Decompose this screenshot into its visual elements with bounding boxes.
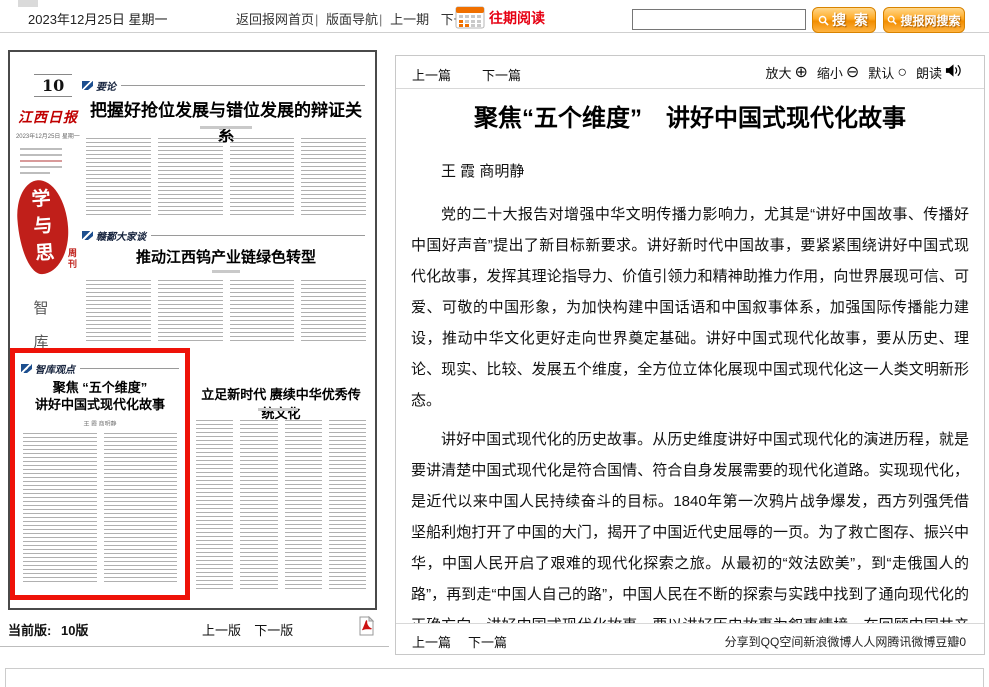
article-author: 王 霞 商明静 bbox=[411, 160, 969, 181]
section-mark-icon bbox=[82, 81, 93, 90]
issue-date: 2023年12月25日 星期一 bbox=[28, 9, 167, 28]
share-links[interactable]: 分享到QQ空间新浪微博人人网腾讯微博豆瓣0 bbox=[725, 633, 966, 650]
simulated-text-column bbox=[240, 420, 277, 592]
section-mark-icon bbox=[21, 364, 32, 373]
archive-reading-link[interactable]: 往期阅读 bbox=[489, 8, 545, 28]
section-rule bbox=[121, 85, 365, 86]
thumb-headline-3-line1: 聚焦 “五个维度” bbox=[21, 379, 179, 396]
simulated-text-column bbox=[329, 420, 366, 592]
prev-article-link[interactable]: 上一篇 bbox=[412, 65, 451, 84]
current-article-highlight-box[interactable]: 智库观点 聚焦 “五个维度” 讲好中国式现代化故事 王 霞 商明静 bbox=[10, 348, 190, 600]
section-mark-label: 要论 bbox=[96, 78, 116, 93]
nav-separator: | bbox=[379, 12, 382, 27]
simulated-text-column bbox=[285, 420, 322, 592]
section-mark-row: 赣鄱大家谈 bbox=[82, 228, 365, 243]
section-rule bbox=[151, 235, 365, 236]
thumb-byline-3: 王 霞 商明静 bbox=[28, 420, 173, 429]
thumb-masthead-info-lines bbox=[20, 148, 62, 178]
simulated-text-column bbox=[158, 138, 223, 218]
nav-link-prev-issue[interactable]: 上一期 bbox=[390, 12, 429, 27]
article-panel: 上一篇 下一篇 放大 ⊕ 缩小 ⊖ 默认 ○ 朗读 聚焦 bbox=[395, 55, 985, 655]
simulated-text-column bbox=[301, 138, 366, 218]
simulated-text-column bbox=[86, 138, 151, 218]
default-size-label[interactable]: 默认 bbox=[868, 63, 894, 82]
page-prev-next: 上一版 下一版 bbox=[202, 620, 293, 639]
top-toolbar: 2023年12月25日 星期一 返回报网首页| 版面导航| 上一期 下一期| 往 bbox=[0, 0, 989, 33]
browser-notch bbox=[18, 0, 38, 7]
simulated-text-column bbox=[86, 280, 151, 342]
section-rule bbox=[80, 368, 179, 369]
prev-article-link-bottom[interactable]: 上一篇 bbox=[412, 632, 451, 651]
nav-separator: | bbox=[315, 12, 318, 27]
site-search-button[interactable]: 搜报网搜索 bbox=[883, 7, 965, 33]
thumb-headline-2[interactable]: 推动江西钨产业链绿色转型 bbox=[86, 246, 366, 267]
read-aloud-label[interactable]: 朗读 bbox=[916, 63, 942, 82]
seal-text: 学与思 bbox=[29, 185, 57, 267]
simulated-text-column bbox=[23, 433, 97, 585]
section-mark-icon bbox=[82, 231, 93, 240]
article-body: 聚焦“五个维度” 讲好中国式现代化故事 王 霞 商明静 党的二十大报告对增强中华… bbox=[396, 90, 984, 623]
prev-page-link[interactable]: 上一版 bbox=[202, 623, 241, 638]
article-controls: 放大 ⊕ 缩小 ⊖ 默认 ○ 朗读 bbox=[765, 63, 962, 82]
search-icon bbox=[818, 15, 829, 26]
section-mark-row: 要论 bbox=[82, 78, 365, 93]
calendar-icon[interactable] bbox=[455, 6, 485, 29]
article-top-bar: 上一篇 下一篇 放大 ⊕ 缩小 ⊖ 默认 ○ 朗读 bbox=[396, 56, 984, 89]
simulated-text-column bbox=[301, 280, 366, 342]
epaper-reader-window: 2023年12月25日 星期一 返回报网首页| 版面导航| 上一期 下一期| 往 bbox=[0, 0, 989, 687]
default-size-icon[interactable]: ○ bbox=[897, 65, 907, 81]
simulated-text-column bbox=[230, 138, 295, 218]
simulated-text-column bbox=[104, 433, 178, 585]
next-article-link[interactable]: 下一篇 bbox=[482, 65, 521, 84]
current-page-caption: 当前版: bbox=[8, 623, 51, 638]
next-page-link[interactable]: 下一版 bbox=[254, 623, 293, 638]
zoom-in-label[interactable]: 放大 bbox=[765, 63, 791, 82]
pdf-icon[interactable] bbox=[358, 616, 375, 636]
simulated-text-column bbox=[230, 280, 295, 342]
current-page-value: 10版 bbox=[61, 623, 88, 638]
byline-bar bbox=[200, 126, 252, 129]
site-search-button-label: 搜报网搜索 bbox=[900, 12, 960, 29]
page-navigation-bar: 当前版: 10版 上一版 下一版 bbox=[0, 618, 390, 644]
simulated-text-column bbox=[158, 280, 223, 342]
weekly-seal: 学与思 bbox=[15, 178, 71, 275]
article3-columns bbox=[23, 433, 177, 585]
thumb-headline-4[interactable]: 立足新时代 赓续中华优秀传统文化 bbox=[195, 384, 367, 422]
simulated-text-column bbox=[196, 420, 233, 592]
thumb-headline-3[interactable]: 聚焦 “五个维度” 讲好中国式现代化故事 bbox=[21, 379, 179, 413]
thumb-page-number: 10 bbox=[34, 74, 72, 97]
speaker-icon[interactable] bbox=[945, 63, 962, 82]
zoom-out-icon[interactable]: ⊖ bbox=[846, 65, 859, 81]
weekly-label: 周刊 bbox=[66, 248, 79, 270]
nav-link-home[interactable]: 返回报网首页 bbox=[236, 12, 314, 27]
section-mark-label: 智库观点 bbox=[35, 361, 75, 376]
byline-bar bbox=[258, 408, 298, 411]
article-paragraph: 讲好中国式现代化的历史故事。从历史维度讲好中国式现代化的演进历程，就是要讲清楚中… bbox=[411, 424, 969, 623]
section-mark-label: 赣鄱大家谈 bbox=[96, 228, 146, 243]
search-input[interactable] bbox=[632, 9, 806, 30]
thumb-masthead: 江西日报 bbox=[18, 107, 78, 127]
current-page-label: 当前版: 10版 bbox=[8, 620, 88, 639]
article-bottom-bar: 上一篇 下一篇 分享到QQ空间新浪微博人人网腾讯微博豆瓣0 bbox=[396, 623, 984, 654]
search-button-label: 搜 索 bbox=[832, 10, 870, 30]
search-button[interactable]: 搜 索 bbox=[812, 7, 876, 33]
article1-columns bbox=[86, 138, 366, 218]
nav-link-page-guide[interactable]: 版面导航 bbox=[326, 12, 378, 27]
next-article-link-bottom[interactable]: 下一篇 bbox=[468, 632, 507, 651]
newspaper-page-thumbnail[interactable]: 10 江西日报 2023年12月25日 星期一 学与思 周刊 智库 要论 把握好… bbox=[8, 50, 377, 610]
section-mark-row: 智库观点 bbox=[21, 361, 179, 376]
byline-bar bbox=[212, 270, 240, 273]
article-title: 聚焦“五个维度” 讲好中国式现代化故事 bbox=[411, 104, 969, 134]
search-icon bbox=[887, 15, 897, 25]
zoom-out-label[interactable]: 缩小 bbox=[817, 63, 843, 82]
bottom-section-box bbox=[5, 668, 984, 687]
top-nav-links: 返回报网首页| 版面导航| 上一期 下一期| bbox=[236, 9, 488, 28]
thumb-headline-3-line2: 讲好中国式现代化故事 bbox=[21, 396, 179, 413]
article4-columns bbox=[196, 420, 366, 592]
left-divider bbox=[0, 646, 389, 647]
article-paragraph: 党的二十大报告对增强中华文明传播力影响力，尤其是“讲好中国故事、传播好中国好声音… bbox=[411, 199, 969, 416]
zoom-in-icon[interactable]: ⊕ bbox=[794, 65, 807, 81]
article2-columns bbox=[86, 280, 366, 342]
thumb-date-line: 2023年12月25日 星期一 bbox=[16, 132, 80, 141]
